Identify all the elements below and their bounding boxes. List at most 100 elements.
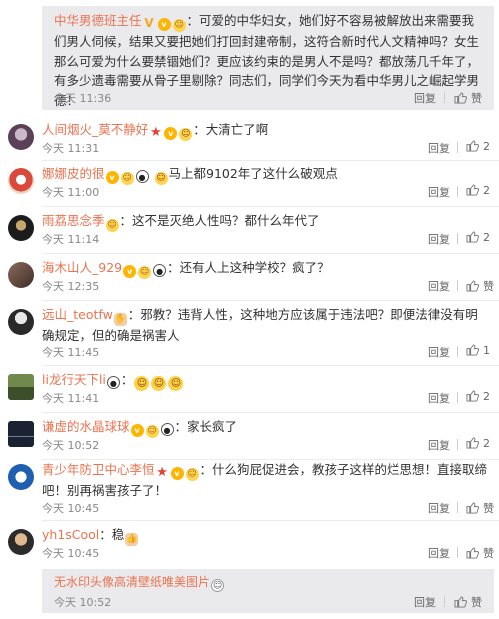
laugh-emoji-icon: ☺ [168,376,184,391]
row-divider [42,300,499,301]
reply-button[interactable]: 回复 [428,231,450,247]
like-button[interactable]: 1 [466,344,490,357]
reply-time: 今天 10:52 [54,596,112,609]
comment-username[interactable]: 谦虚的水晶球球 [42,419,130,434]
avatar[interactable] [8,124,34,150]
divider [457,186,458,197]
comment-time: 今天 10:52 [42,439,100,452]
comment-username[interactable]: 人间烟火_莫不静好 [42,122,148,137]
avatar[interactable] [8,309,34,335]
comment-username[interactable]: yh1sCool [42,527,99,542]
emoji-icon: ☺ [185,468,199,481]
reply-button[interactable]: 回复 [428,390,450,406]
laugh-icon: ☺ [154,172,168,185]
row-divider [42,160,499,161]
reply-button[interactable]: 回复 [428,545,450,561]
thumb-up-icon [466,390,479,402]
comment-text: 海木山人_929 v ☺ ● ：还有人上这种学校？疯了？ [42,260,330,279]
comment-time: 今天 11:31 [42,142,100,155]
emoji-icon: ☺ [105,219,119,232]
reply-button[interactable]: 回复 [428,344,450,360]
quoted-reply-box: 中华男德班主任 Vv ☺ ：可爱的中华妇女，她们好不容易被解放出来需要我们男人伺候，结… [42,6,494,110]
row-divider [42,253,499,254]
divider [457,392,458,403]
reply-username[interactable]: 中华男德班主任 [54,13,142,28]
comment-time: 今天 10:45 [42,547,100,560]
like-button[interactable]: 2 [466,437,490,450]
vip-icon: v [123,265,137,278]
comment-username[interactable]: 远山_teotfw [42,307,113,322]
vip-icon: v [157,18,171,31]
reply-button[interactable]: 回复 [428,437,450,453]
avatar[interactable] [8,168,34,194]
comment-text: 青少年防卫中心李恒 ★ v ☺ ：什么狗屁促进会，教孩子这样的烂思想！直接取缔吧！别再祸… [42,462,488,498]
divider [457,439,458,450]
avatar[interactable] [8,529,34,555]
comment-username[interactable]: 海木山人_929 [42,260,122,275]
reply-button[interactable]: 回复 [414,594,436,610]
comment-text: 谦虚的水晶球球 v ☺ ● ：家长疯了 [42,419,238,438]
reply-username[interactable]: 无水印头像高清壁纸唯美图片 [54,575,210,589]
avatar[interactable] [8,464,34,490]
like-button[interactable]: 赞 [466,278,494,294]
panda-icon: ● [106,376,120,389]
thumbs-up-emoji-icon: 👍 [125,533,139,546]
row-divider [42,365,499,366]
thumb-up-icon [466,437,479,449]
row-divider [42,412,499,413]
comment-username[interactable]: 青少年防卫中心李恒 [42,462,155,477]
reply-button[interactable]: 回复 [428,184,450,200]
thumb-up-icon [466,140,479,152]
comment-username[interactable]: li龙行天下li [42,372,106,387]
comment-text: 远山_teotfw ✋ ：邪教？违背人性，这种地方应该属于违法吧？即便法律没有明确规… [42,307,478,343]
reply-button[interactable]: 回复 [428,278,450,294]
panda-icon: ● [160,423,174,436]
thumb-up-icon [466,231,479,243]
avatar[interactable] [8,374,34,400]
panda-icon: ● [135,170,149,183]
emoji-icon: ☺ [138,266,152,279]
vip-icon: v [105,171,119,184]
emoji-icon: ☺ [179,128,193,141]
divider [457,502,458,513]
thumb-up-icon [466,344,479,356]
star-icon: ★ [149,125,162,140]
reply-time: 今天 11:36 [54,92,112,105]
like-button[interactable]: 2 [466,390,490,403]
thumb-up-icon [454,92,467,104]
vip-icon: v [164,127,178,140]
comment-time: 今天 11:00 [42,186,100,199]
divider [457,280,458,291]
avatar[interactable] [8,215,34,241]
like-button[interactable]: 赞 [466,545,494,561]
divider [457,233,458,244]
like-button[interactable]: 2 [466,231,490,244]
laugh-emoji-icon: ☺ [151,376,167,391]
quoted-reply-box: 无水印头像高清壁纸唯美图片 ☺ 今天 10:52 回复 赞 [42,569,494,613]
panda-icon: ● [153,264,167,277]
divider [457,346,458,357]
thumb-up-icon [454,596,467,608]
star-icon: ★ [156,465,168,480]
like-button[interactable]: 2 [466,184,490,197]
divider [457,547,458,558]
verified-icon: V [144,16,154,30]
comment-time: 今天 11:14 [42,233,100,246]
reply-button[interactable]: 回复 [428,140,450,156]
avatar[interactable] [8,421,34,447]
comment-time: 今天 10:45 [42,502,100,515]
thumb-up-icon [466,547,479,559]
reply-content: 无水印头像高清壁纸唯美图片 ☺ [54,573,225,592]
thumb-up-icon [466,502,479,514]
like-button[interactable]: 赞 [466,500,494,516]
like-button[interactable]: 2 [466,140,490,153]
comment-username[interactable]: 娜娜皮的很 [42,166,105,181]
comment-username[interactable]: 雨荔思念季 [42,213,105,228]
reply-button[interactable]: 回复 [414,90,436,106]
avatar[interactable] [8,262,34,288]
laugh-emoji-icon: ☺ [134,376,150,391]
like-button[interactable]: 赞 [454,90,482,106]
emoji-icon: ☺ [172,19,186,32]
reply-button[interactable]: 回复 [428,500,450,516]
like-button[interactable]: 赞 [454,594,482,610]
